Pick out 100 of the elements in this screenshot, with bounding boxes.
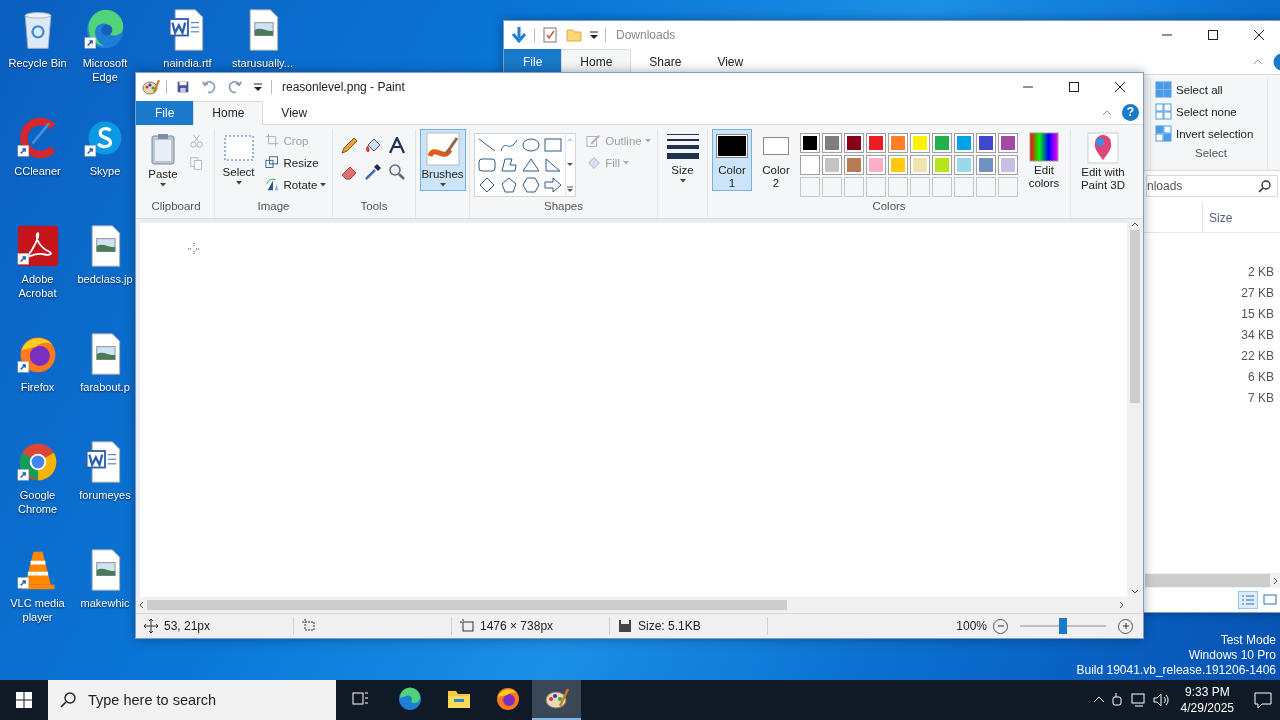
os-build-info: Windows 10 Pro <box>1188 648 1276 663</box>
color-slot-button[interactable]: Color 2 <box>756 129 796 191</box>
desktop-icon-label[interactable]: makewhic <box>80 596 130 610</box>
pentagon-shape-button[interactable] <box>499 176 520 194</box>
acrobat-icon[interactable] <box>15 224 60 268</box>
rounded-rectangle-shape-button[interactable] <box>477 156 498 174</box>
desktop-icon-label[interactable]: farabout.p <box>80 380 130 394</box>
desktop-icon-label[interactable]: starusually... <box>232 56 293 70</box>
palette-swatch[interactable] <box>932 133 952 153</box>
paint-3d-button[interactable]: Edit with Paint 3D <box>1074 129 1132 195</box>
rectangle-icon <box>543 136 564 154</box>
palette-swatch[interactable] <box>998 133 1018 153</box>
arrow-shape-button[interactable] <box>543 176 564 194</box>
ribbon-tab[interactable]: View <box>699 49 762 75</box>
palette-swatch[interactable] <box>822 155 842 175</box>
edit-colors-button[interactable]: Edit colors <box>1022 129 1066 193</box>
triangle-shape-button[interactable] <box>521 156 542 174</box>
desktop-icon-label[interactable]: bedclass.jp <box>77 272 133 286</box>
palette-swatch[interactable] <box>976 133 996 153</box>
ribbon-tab[interactable]: File <box>136 101 194 125</box>
invert-selection-icon <box>1155 125 1173 143</box>
oval-shape-button[interactable] <box>521 136 542 154</box>
ribbon-tab[interactable]: File <box>504 49 562 75</box>
group-label: Colors <box>872 200 906 214</box>
ribbon-tab[interactable]: Home <box>561 49 632 75</box>
empty-swatch[interactable] <box>822 177 842 197</box>
empty-swatch[interactable] <box>844 177 864 197</box>
invert-selection-button[interactable]: Invert selection <box>1155 123 1267 145</box>
rounded-rectangle-icon <box>477 156 498 174</box>
horizontal-scrollbar[interactable] <box>1145 573 1280 588</box>
desktop-icon-label[interactable]: Adobe Acrobat <box>4 272 71 300</box>
search-field[interactable]: nloads <box>1146 175 1278 197</box>
palette-swatch[interactable] <box>954 133 974 153</box>
help-button[interactable]: ? <box>1122 104 1139 121</box>
clock-time[interactable]: 9:33 PM <box>1184 684 1230 700</box>
palette-swatch[interactable] <box>866 155 886 175</box>
empty-swatch[interactable] <box>910 177 930 197</box>
vertical-scrollbar[interactable] <box>1127 219 1143 597</box>
pen-outline-icon <box>586 132 603 149</box>
resize-button[interactable]: Resize <box>262 153 329 172</box>
select-all-button[interactable]: Select all <box>1155 79 1267 101</box>
palette-swatch[interactable] <box>954 155 974 175</box>
palette-swatch[interactable] <box>800 133 820 153</box>
desktop-icon-label[interactable]: naindia.rtf <box>163 56 212 70</box>
hexagon-shape-button[interactable] <box>521 176 542 194</box>
column-header[interactable]: Size <box>1202 203 1280 232</box>
palette-swatch[interactable] <box>932 155 952 175</box>
zoom-slider-thumb[interactable] <box>1059 618 1067 634</box>
rotate-button[interactable]: Rotate <box>262 175 329 194</box>
ribbon-tab[interactable]: Home <box>193 101 264 125</box>
line-width-icon <box>666 132 699 162</box>
empty-swatch[interactable] <box>888 177 908 197</box>
size-button[interactable]: Size <box>662 129 703 193</box>
empty-swatch[interactable] <box>866 177 886 197</box>
empty-swatch[interactable] <box>976 177 996 197</box>
network-icon <box>1130 692 1147 708</box>
rectangle-shape-button[interactable] <box>543 136 564 154</box>
desktop-icon-label[interactable]: Google Chrome <box>4 488 71 516</box>
empty-swatch[interactable] <box>932 177 952 197</box>
select-button[interactable]: Select <box>218 129 259 193</box>
horizontal-scrollbar[interactable] <box>136 597 1127 613</box>
palette-swatch[interactable] <box>800 155 820 175</box>
desktop-icon-label[interactable]: Recycle Bin <box>8 56 67 70</box>
polygon-shape-button[interactable] <box>499 156 520 174</box>
desktop-icon-label[interactable]: CCleaner <box>14 164 61 178</box>
empty-swatch[interactable] <box>800 177 820 197</box>
ribbon-tab[interactable]: Share <box>631 49 700 75</box>
desktop-icon-label[interactable]: Firefox <box>20 380 55 394</box>
select-all-icon <box>1155 81 1173 99</box>
paint-bucket-icon <box>364 137 382 155</box>
desktop-icon-label[interactable]: Microsoft Edge <box>75 56 135 84</box>
palette-swatch[interactable] <box>866 133 886 153</box>
palette-swatch[interactable] <box>888 155 908 175</box>
paint-taskbar-button[interactable] <box>532 680 581 720</box>
paste-button[interactable]: Paste <box>145 129 181 193</box>
empty-swatch[interactable] <box>954 177 974 197</box>
palette-swatch[interactable] <box>910 133 930 153</box>
redo-icon <box>227 79 243 95</box>
ribbon-tab[interactable]: View <box>263 101 326 125</box>
clock-date[interactable]: 4/29/2025 <box>1180 700 1234 716</box>
desktop-icon-label[interactable]: forumeyes <box>79 488 131 502</box>
select-none-button[interactable]: Select none <box>1155 101 1267 123</box>
palette-swatch[interactable] <box>888 133 908 153</box>
empty-swatch[interactable] <box>998 177 1018 197</box>
size-cell-text: 7 KB <box>1248 391 1274 407</box>
palette-swatch[interactable] <box>844 155 864 175</box>
customize-quick-access-button[interactable] <box>251 80 265 94</box>
desktop-icon-label[interactable]: Skype <box>89 164 121 178</box>
zoom-percentage: 100% <box>956 619 987 633</box>
palette-swatch[interactable] <box>998 155 1018 175</box>
palette-swatch[interactable] <box>976 155 996 175</box>
color-slot-button[interactable]: Color 1 <box>712 129 752 191</box>
taskbar-search-field[interactable]: Type here to search <box>48 680 336 720</box>
palette-swatch[interactable] <box>844 133 864 153</box>
palette-swatch[interactable] <box>822 133 842 153</box>
palette-swatch[interactable] <box>910 155 930 175</box>
line-shape-button[interactable] <box>477 136 498 154</box>
scroll-right-icon <box>1119 601 1125 609</box>
brushes-button[interactable]: Brushes <box>419 129 466 191</box>
desktop-icon-label[interactable]: VLC media player <box>4 596 71 624</box>
